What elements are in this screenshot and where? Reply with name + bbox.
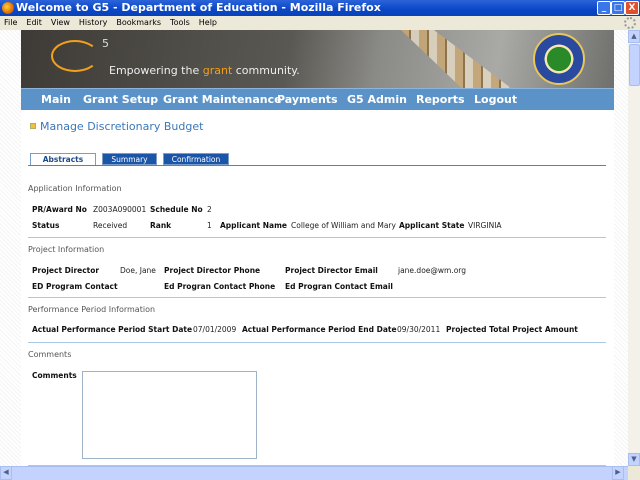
ed-contact-phone-label: Ed Progran Contact Phone bbox=[164, 282, 276, 291]
projected-amount-label: Projected Total Project Amount bbox=[446, 325, 578, 334]
menu-file[interactable]: File bbox=[4, 18, 17, 27]
schedule-value: 2 bbox=[207, 205, 212, 214]
menu-edit[interactable]: Edit bbox=[26, 18, 42, 27]
project-director-email-label: Project Director Email bbox=[285, 266, 378, 275]
nav-payments[interactable]: Payments bbox=[277, 93, 338, 106]
divider bbox=[28, 237, 606, 238]
g5-logo-sup: 5 bbox=[102, 37, 109, 50]
firefox-icon bbox=[2, 2, 14, 14]
department-seal-icon bbox=[533, 33, 585, 85]
start-date-value: 07/01/2009 bbox=[193, 325, 237, 334]
project-director-label: Project Director bbox=[32, 266, 100, 275]
project-director-value: Doe, Jane bbox=[120, 266, 156, 275]
page-margin-left bbox=[0, 30, 21, 466]
library-image bbox=[401, 30, 511, 88]
close-button[interactable]: X bbox=[625, 1, 639, 15]
tab-confirmation[interactable]: Confirmation bbox=[163, 153, 229, 165]
minimize-button[interactable]: _ bbox=[597, 1, 611, 15]
nav-logout[interactable]: Logout bbox=[474, 93, 517, 106]
tagline: Empowering the grant community. bbox=[109, 64, 300, 77]
vertical-scroll-thumb[interactable] bbox=[629, 44, 640, 86]
page-margin-right bbox=[614, 30, 628, 466]
project-heading: Project Information bbox=[28, 245, 105, 254]
scroll-down-icon[interactable]: ▼ bbox=[628, 453, 640, 466]
applicant-name-value: College of William and Mary bbox=[291, 221, 396, 230]
scroll-up-icon[interactable]: ▲ bbox=[628, 30, 640, 43]
window-title-bar: Welcome to G5 - Department of Education … bbox=[0, 0, 640, 16]
tab-abstracts-label: Abstracts bbox=[42, 155, 84, 164]
menu-bookmarks[interactable]: Bookmarks bbox=[116, 18, 161, 27]
nav-main[interactable]: Main bbox=[41, 93, 71, 106]
g5-logo bbox=[51, 40, 99, 72]
comments-heading: Comments bbox=[28, 350, 72, 359]
nav-g5-admin[interactable]: G5 Admin bbox=[347, 93, 407, 106]
menu-view[interactable]: View bbox=[51, 18, 70, 27]
vertical-scrollbar[interactable] bbox=[628, 30, 640, 466]
applicant-name-label: Applicant Name bbox=[220, 221, 287, 230]
comments-label: Comments bbox=[32, 371, 77, 380]
nav-reports[interactable]: Reports bbox=[416, 93, 465, 106]
nav-grant-setup[interactable]: Grant Setup bbox=[83, 93, 158, 106]
rank-value: 1 bbox=[207, 221, 212, 230]
applicant-state-label: Applicant State bbox=[399, 221, 465, 230]
throbber-icon bbox=[624, 17, 636, 29]
start-date-label: Actual Performance Period Start Date bbox=[32, 325, 193, 334]
tab-summary[interactable]: Summary bbox=[102, 153, 157, 165]
comments-textarea[interactable] bbox=[82, 371, 257, 459]
scrollbar-corner bbox=[628, 466, 640, 480]
nav-grant-maintenance[interactable]: Grant Maintenance bbox=[163, 93, 282, 106]
menu-tools[interactable]: Tools bbox=[170, 18, 190, 27]
pr-award-value: Z003A090001 bbox=[93, 205, 147, 214]
status-value: Received bbox=[93, 221, 128, 230]
main-nav: Main Grant Setup Grant Maintenance Payme… bbox=[21, 88, 614, 110]
maximize-button[interactable]: □ bbox=[611, 1, 625, 15]
project-director-phone-label: Project Director Phone bbox=[164, 266, 261, 275]
page-title-icon bbox=[30, 123, 36, 129]
ed-contact-email-label: Ed Progran Contact Email bbox=[285, 282, 393, 291]
performance-heading: Performance Period Information bbox=[28, 305, 156, 314]
tab-divider bbox=[28, 165, 606, 166]
end-date-value: 09/30/2011 bbox=[397, 325, 441, 334]
project-director-email-value: jane.doe@wm.org bbox=[398, 266, 467, 275]
scroll-left-icon[interactable]: ◀ bbox=[0, 466, 12, 480]
divider bbox=[28, 297, 606, 298]
application-heading: Application Information bbox=[28, 184, 122, 193]
menu-bar: File Edit View History Bookmarks Tools Help bbox=[0, 16, 640, 30]
ed-program-contact-label: ED Program Contact bbox=[32, 282, 118, 291]
menu-history[interactable]: History bbox=[79, 18, 107, 27]
page-title: Manage Discretionary Budget bbox=[40, 120, 204, 133]
menu-help[interactable]: Help bbox=[199, 18, 217, 27]
pr-award-label: PR/Award No bbox=[32, 205, 87, 214]
divider bbox=[28, 342, 606, 343]
rank-label: Rank bbox=[150, 221, 172, 230]
banner: 5 Empowering the grant community. bbox=[21, 30, 614, 88]
applicant-state-value: VIRGINIA bbox=[468, 221, 502, 230]
horizontal-scrollbar[interactable] bbox=[0, 466, 628, 480]
schedule-label: Schedule No bbox=[150, 205, 203, 214]
end-date-label: Actual Performance Period End Date bbox=[242, 325, 397, 334]
status-label: Status bbox=[32, 221, 60, 230]
scroll-right-icon[interactable]: ▶ bbox=[612, 466, 624, 480]
